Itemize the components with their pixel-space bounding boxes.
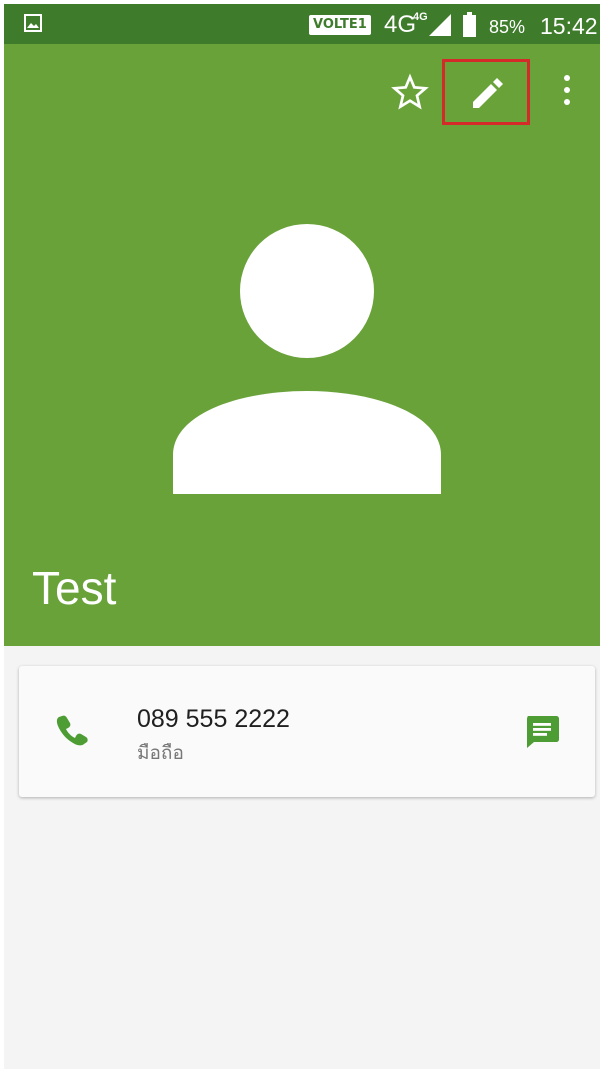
phone-icon[interactable] (55, 712, 89, 746)
contact-header: Test (4, 44, 600, 646)
pencil-icon (473, 78, 503, 108)
phone-number: 089 555 2222 (137, 705, 290, 733)
battery-icon (463, 12, 476, 37)
status-bar: VOLTE1 4G 4G 85% 15:42 (4, 4, 600, 44)
status-time: 15:42 (540, 13, 598, 39)
message-icon[interactable] (524, 714, 560, 750)
phone-card[interactable]: 089 555 2222 มือถือ (19, 666, 595, 797)
person-icon (173, 224, 441, 494)
favorite-button[interactable] (390, 72, 430, 112)
signal-icon (429, 14, 451, 36)
more-options-button[interactable] (552, 69, 582, 113)
more-vertical-icon (564, 75, 570, 105)
battery-percentage: 85% (489, 17, 526, 37)
contact-content: 089 555 2222 มือถือ (4, 646, 600, 1069)
network-subtype: 4G (413, 11, 428, 23)
network-type: 4G (384, 11, 417, 38)
image-icon (24, 14, 42, 32)
phone-type: มือถือ (137, 742, 184, 764)
contact-name: Test (32, 562, 117, 614)
contact-details-screen: VOLTE1 4G 4G 85% 15:42 Test 089 555 2222… (0, 0, 603, 1069)
star-outline-icon (391, 73, 429, 110)
contact-avatar (171, 224, 443, 494)
volte-badge: VOLTE1 (309, 15, 371, 35)
edit-contact-button[interactable] (442, 59, 530, 125)
